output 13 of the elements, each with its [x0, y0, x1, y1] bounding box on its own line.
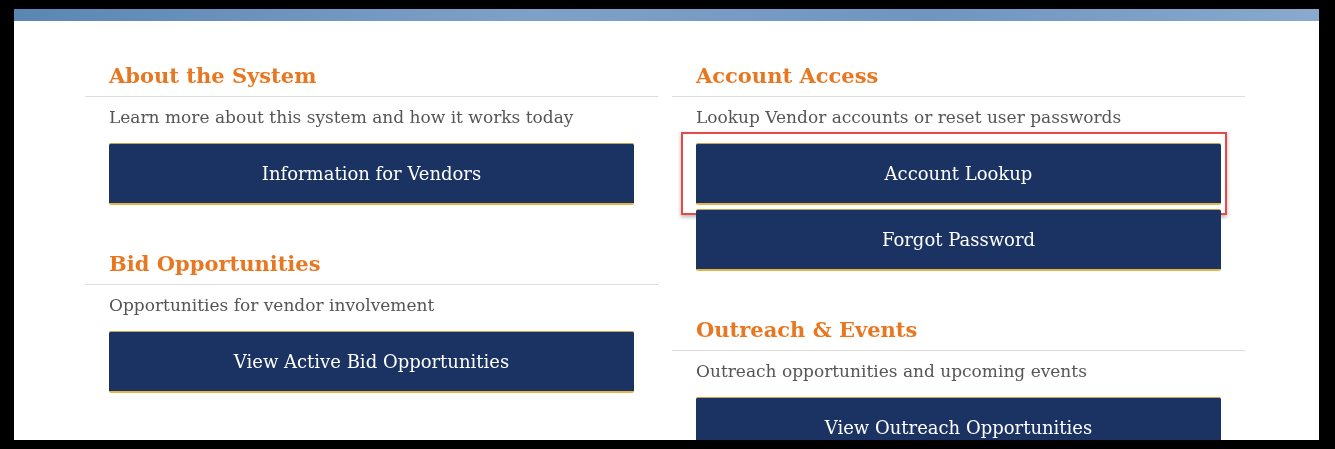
- section-heading: Bid Opportunities: [85, 209, 658, 285]
- action-button[interactable]: Information for Vendors: [109, 143, 634, 205]
- section-heading: About the System: [85, 21, 658, 97]
- action-button[interactable]: View Outreach Opportunities: [696, 397, 1221, 440]
- section-description: Opportunities for vendor involvement: [108, 294, 436, 317]
- action-button[interactable]: Account Lookup: [696, 143, 1221, 205]
- section-heading: Outreach & Events: [672, 275, 1245, 351]
- section-description: Learn more about this system and how it works today: [108, 106, 575, 129]
- section-heading: Account Access: [672, 21, 1245, 97]
- action-button[interactable]: View Active Bid Opportunities: [109, 331, 634, 393]
- action-button[interactable]: Forgot Password: [696, 209, 1221, 271]
- section-description: Lookup Vendor accounts or reset user passwords: [695, 106, 1123, 129]
- section-description: Outreach opportunities and upcoming events: [695, 360, 1088, 383]
